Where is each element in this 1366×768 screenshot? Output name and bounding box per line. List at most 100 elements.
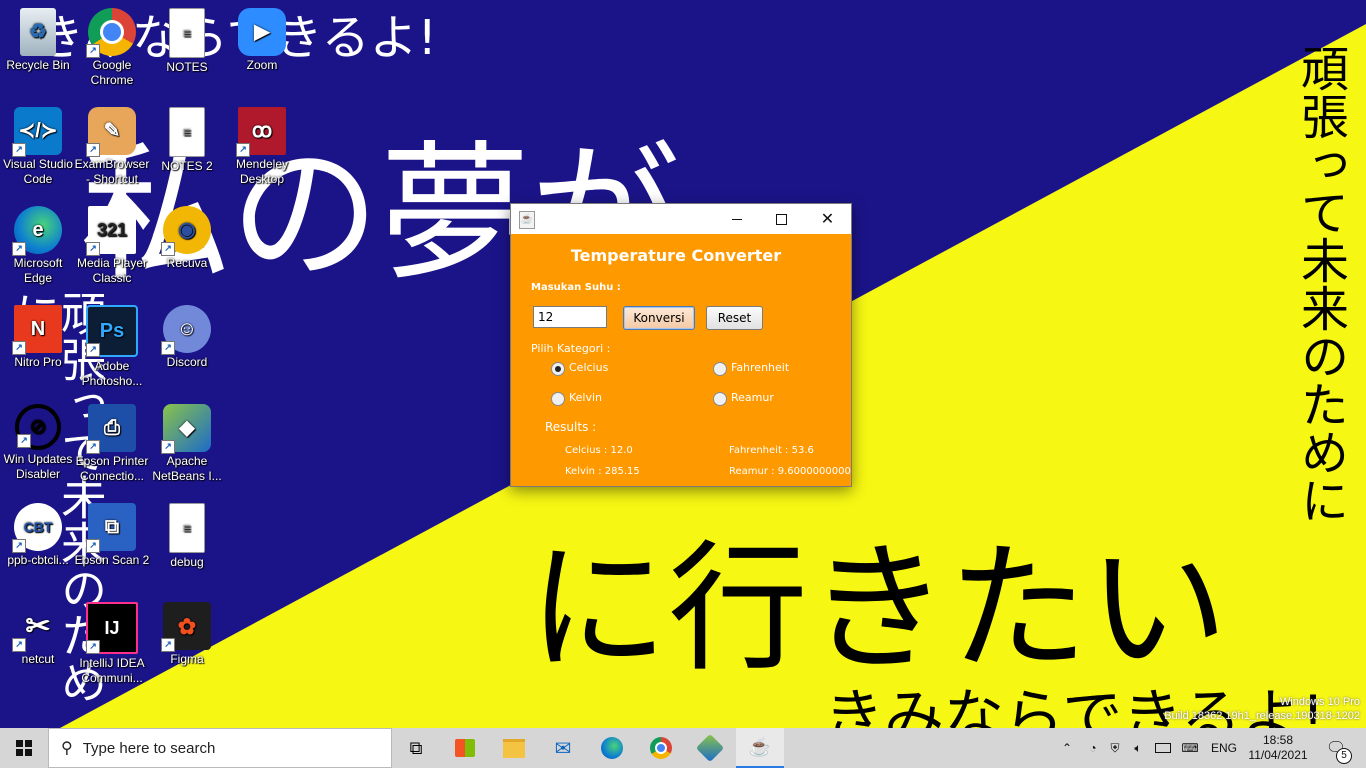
wifi-icon: ◔ — [1089, 741, 1097, 755]
watermark-build: Build 18362.19h1_release.190318-1202 — [1164, 710, 1360, 722]
radio-celcius[interactable]: Celcius — [551, 360, 671, 376]
action-center-button[interactable]: 🗨︎ 5 — [1316, 728, 1356, 768]
radio-fahrenheit[interactable]: Fahrenheit — [713, 360, 833, 376]
desktop-icon-label: Epson Printer Connectio... — [75, 454, 149, 483]
task-view-button[interactable]: ⧉ — [392, 728, 440, 768]
desktop-icon-label: Visual Studio Code — [3, 157, 73, 186]
desktop-icon-label: IntelliJ IDEA Communi... — [79, 656, 145, 685]
taskbar-java-app-active[interactable]: ☕ — [736, 728, 784, 768]
epson-printer-icon: ⎙ ↗ — [86, 404, 136, 454]
taskbar-microsoft-store[interactable] — [441, 728, 489, 768]
text-file-icon: ≡ — [169, 8, 205, 58]
volume-button[interactable]: 🔈︎ — [1126, 728, 1150, 768]
desktop-icon-label: Recuva — [166, 256, 208, 270]
close-icon: ✕ — [820, 211, 835, 228]
java-icon: ☕ — [748, 736, 772, 757]
taskbar-edge[interactable] — [588, 728, 636, 768]
java-icon: ☕ — [519, 211, 535, 229]
clock-button[interactable]: 18:58 11/04/2021 — [1246, 728, 1310, 768]
desktop-icon-recycle-bin[interactable]: ♻ Recycle Bin — [0, 8, 76, 73]
desktop-icon-figma[interactable]: ✿ ↗ Figma — [149, 602, 225, 667]
desktop-icon-mendeley[interactable]: ꝏ ↗ Mendeley Desktop — [224, 107, 300, 187]
desktop-icon-label: Discord — [166, 355, 208, 369]
battery-button[interactable] — [1152, 728, 1174, 768]
convert-button[interactable]: Konversi — [623, 306, 695, 330]
desktop-icon-label: Zoom — [246, 58, 278, 72]
desktop-icon-edge[interactable]: e ↗ Microsoft Edge — [0, 206, 76, 286]
desktop-icon-label: Media Player Classic — [76, 256, 148, 285]
desktop-icon-media-player[interactable]: 321 ↗ Media Player Classic — [74, 206, 150, 286]
desktop-icon-exambrowser[interactable]: ✎ ↗ ExamBrowser - Shortcut — [74, 107, 150, 187]
desktop-icon-epson-scan[interactable]: ⧉ ↗ Epson Scan 2 — [74, 503, 150, 568]
reset-button[interactable]: Reset — [706, 306, 763, 330]
input-language-button[interactable]: ENG — [1206, 728, 1242, 768]
temperature-converter-window: ☕ ✕ Temperature Converter Masukan Suhu :… — [510, 203, 852, 487]
close-button[interactable]: ✕ — [805, 204, 850, 234]
discord-icon: ☺ ↗ — [161, 305, 211, 355]
minimize-button[interactable] — [714, 204, 759, 234]
desktop-icon-netcut[interactable]: ✂ ↗ netcut — [0, 602, 76, 667]
desktop-icon-intellij[interactable]: IJ ↗ IntelliJ IDEA Communi... — [74, 602, 150, 686]
taskbar-file-explorer[interactable] — [490, 728, 538, 768]
shield-icon: ⛨ — [1110, 740, 1120, 755]
taskbar-chrome[interactable] — [637, 728, 685, 768]
desktop-icon-label: Adobe Photosho... — [81, 359, 143, 388]
desktop-icon-google-chrome[interactable]: ↗ Google Chrome — [74, 8, 150, 88]
maximize-button[interactable] — [759, 204, 804, 234]
desktop-icon-nitro-pro[interactable]: N ↗ Nitro Pro — [0, 305, 76, 370]
desktop-icon-notes-2[interactable]: ≡ NOTES 2 — [149, 107, 225, 174]
search-placeholder: Type here to search — [82, 739, 216, 757]
mendeley-icon: ꝏ ↗ — [236, 107, 286, 157]
show-hidden-icons-button[interactable]: ⌃ — [1056, 728, 1078, 768]
taskbar-netbeans[interactable] — [686, 728, 734, 768]
epson-scan-icon: ⧉ ↗ — [86, 503, 136, 553]
radio-reamur-label: Reamur — [731, 391, 774, 404]
desktop-icon-debug[interactable]: ≡ debug — [149, 503, 225, 570]
desktop-icon-label: netcut — [21, 652, 55, 666]
desktop-icon-label: Google Chrome — [90, 58, 134, 87]
taskbar: ⚲ Type here to search ⧉ ✉ ☕ ⌃ ◔ ⛨ 🔈︎ ⌨ E… — [0, 728, 1366, 768]
taskbar-mail[interactable]: ✉ — [539, 728, 587, 768]
desktop-icon-photoshop[interactable]: Ps ↗ Adobe Photosho... — [74, 305, 150, 389]
watermark-edition: Windows 10 Pro — [1279, 696, 1360, 708]
security-button[interactable]: ⛨ — [1104, 728, 1126, 768]
desktop-icon-label: Figma — [170, 652, 204, 666]
window-title-bar[interactable]: ☕ ✕ — [511, 204, 851, 234]
vscode-icon: ≺/≻ ↗ — [12, 107, 62, 157]
zoom-icon: ▶ — [238, 8, 286, 56]
results-label: Results : — [545, 420, 597, 434]
wallpaper-big-yellow-line: に行きたい — [528, 528, 1229, 691]
touch-keyboard-button[interactable]: ⌨ — [1176, 728, 1204, 768]
desktop-icon-label: Microsoft Edge — [13, 256, 63, 285]
desktop-icon-discord[interactable]: ☺ ↗ Discord — [149, 305, 225, 370]
network-button[interactable]: ◔ — [1082, 728, 1104, 768]
desktop-icon-label: Recycle Bin — [6, 58, 70, 72]
radio-kelvin-indicator — [551, 392, 565, 406]
desktop-icon-vscode[interactable]: ≺/≻ ↗ Visual Studio Code — [0, 107, 76, 187]
netbeans-icon — [695, 733, 725, 763]
clock-date: 11/04/2021 — [1248, 748, 1308, 762]
radio-reamur[interactable]: Reamur — [713, 390, 833, 406]
taskbar-search-box[interactable]: ⚲ Type here to search — [48, 728, 392, 768]
nitro-pro-icon: N ↗ — [12, 305, 62, 355]
desktop-icon-ppb-cbt[interactable]: CBT ↗ ppb-cbtcli... — [0, 503, 76, 568]
desktop-icon-zoom[interactable]: ▶ Zoom — [224, 8, 300, 73]
battery-icon — [1155, 743, 1171, 753]
desktop-icon-win-updates-disabler[interactable]: ⊘ ↗ Win Updates Disabler — [0, 404, 76, 482]
windows-logo-icon — [16, 740, 32, 756]
radio-kelvin[interactable]: Kelvin — [551, 390, 671, 406]
task-view-icon: ⧉ — [409, 737, 423, 758]
chrome-icon — [650, 737, 672, 759]
desktop-icon-notes[interactable]: ≡ NOTES — [149, 8, 225, 75]
desktop-icon-epson-printer[interactable]: ⎙ ↗ Epson Printer Connectio... — [74, 404, 150, 484]
start-button[interactable] — [0, 728, 48, 768]
result-kelvin: Kelvin : 285.15 — [565, 466, 640, 477]
win-updates-disabler-icon: ⊘ ↗ — [15, 404, 61, 450]
desktop-icon-label: ExamBrowser - Shortcut — [74, 157, 150, 186]
chevron-up-icon: ⌃ — [1061, 741, 1073, 755]
desktop-icon-netbeans[interactable]: ◆ ↗ Apache NetBeans I... — [149, 404, 225, 484]
wallpaper-vertical-right: 頑張って未来のために — [1292, 44, 1348, 524]
temperature-input[interactable] — [533, 306, 607, 328]
figma-icon: ✿ ↗ — [161, 602, 211, 652]
desktop-icon-recuva[interactable]: ◉ ↗ Recuva — [149, 206, 225, 271]
